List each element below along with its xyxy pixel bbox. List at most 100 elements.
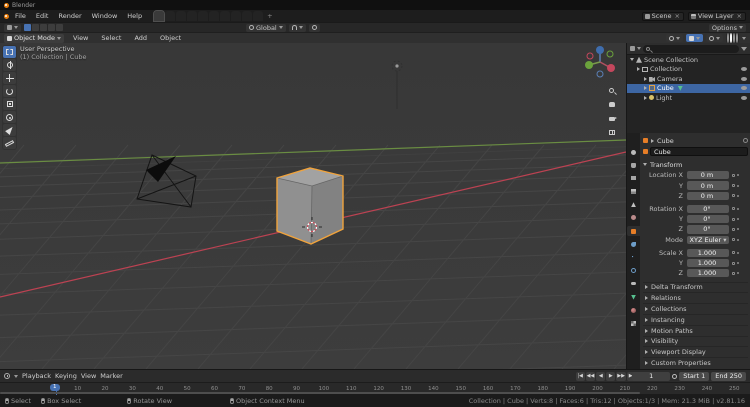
properties-tab[interactable] [627,318,640,328]
frame-end-field[interactable]: End 250 [711,371,746,381]
collapsed-panel-header[interactable]: Visibility [643,335,748,347]
overlays-dropdown[interactable] [706,34,723,42]
filter-mode-icon[interactable] [630,46,635,51]
select-mode-intersect[interactable] [56,24,63,31]
view-layer-selector[interactable]: View Layer × [687,11,746,21]
annotate-tool[interactable] [3,124,16,136]
viewport-menu-item[interactable]: Select [97,33,125,43]
select-mode-subtract[interactable] [40,24,47,31]
properties-tab[interactable] [627,239,640,249]
3d-viewport[interactable]: User Perspective (1) Collection | Cube [0,43,626,369]
tool-mode-toggle[interactable] [24,24,63,31]
transport-button[interactable]: ◀ [596,371,606,381]
workspace-tab[interactable] [231,11,242,21]
select-mode-new[interactable] [24,24,31,31]
object-visibility-dropdown[interactable] [666,34,683,42]
lock-icon[interactable] [732,207,735,211]
pan-button[interactable] [606,99,617,110]
outliner-row[interactable]: Light [627,93,750,103]
lock-icon[interactable] [732,271,735,275]
lock-icon[interactable] [732,238,735,242]
camera-view-button[interactable] [606,113,617,124]
editor-type-button[interactable] [4,23,21,32]
lock-icon[interactable] [732,173,735,177]
transform-value-field[interactable]: 1.000 [687,248,729,257]
unlink-scene-button[interactable]: × [673,12,680,20]
transform-value-field[interactable]: 1.000 [687,269,729,278]
properties-tab[interactable] [627,279,640,289]
select-box-tool[interactable] [3,46,16,58]
properties-tab[interactable] [627,292,640,302]
animate-icon[interactable] [737,251,739,254]
shading-options-dropdown[interactable] [742,36,746,40]
shading-material-button[interactable] [733,33,735,43]
transform-value-field[interactable]: 0 m [687,191,729,201]
menu-item[interactable]: Help [123,11,146,21]
transform-value-field[interactable]: 0° [687,225,729,234]
viewport-menu-item[interactable]: Add [130,33,151,43]
navigation-gizmo[interactable] [582,44,618,80]
expand-icon[interactable] [644,76,647,81]
outliner-row[interactable]: Collection [627,65,750,75]
expand-icon[interactable] [630,58,634,62]
lock-icon[interactable] [732,261,735,265]
timeline-ruler[interactable]: 10 20 30 40 50 60 70 80 90 100 110 120 130 140 150 160 1… [0,382,750,395]
transform-panel-header[interactable]: Transform [643,159,748,170]
animate-icon[interactable] [737,272,739,275]
workspace-tab[interactable] [198,11,209,21]
shading-wireframe-button[interactable] [727,33,729,43]
measure-tool[interactable] [3,137,16,149]
eye-icon[interactable] [741,76,747,81]
object-name-input[interactable]: Cube [650,147,748,156]
scene-selector[interactable]: Scene × [641,11,684,21]
cursor-tool[interactable] [3,59,16,71]
transform-orientation-dropdown[interactable]: Global [246,23,286,32]
animate-icon[interactable] [737,207,739,210]
current-frame-indicator[interactable]: 1 [50,383,60,391]
lock-icon[interactable] [732,251,735,255]
expand-icon[interactable] [644,95,647,100]
workspace-tab[interactable] [209,11,220,21]
properties-tab[interactable] [627,266,640,276]
properties-tab[interactable] [627,147,640,157]
menu-item[interactable]: Window [88,11,122,21]
workspace-tab[interactable] [220,11,231,21]
zoom-button[interactable] [606,85,617,96]
scale-tool[interactable] [3,98,16,110]
pin-icon[interactable] [743,138,748,143]
viewport-menu-item[interactable]: View [69,33,92,43]
animate-icon[interactable] [737,228,739,231]
select-mode-invert[interactable] [48,24,55,31]
current-frame-field[interactable]: 1 [632,371,671,381]
eye-icon[interactable] [741,67,747,72]
collapsed-panel-header[interactable]: Custom Properties [643,357,748,368]
shading-rendered-button[interactable] [736,33,738,43]
auto-key-icon[interactable] [672,373,678,379]
transform-value-field[interactable]: 0 m [687,181,729,190]
animate-icon[interactable] [737,184,739,187]
collapsed-panel-header[interactable]: Viewport Display [643,346,748,357]
menu-item[interactable]: Edit [32,11,53,21]
properties-tab[interactable] [627,226,640,237]
properties-tab[interactable] [627,160,640,170]
menu-item[interactable]: File [11,11,30,21]
properties-tab[interactable] [627,253,640,263]
eye-icon[interactable] [741,86,747,91]
rotate-tool[interactable] [3,85,16,97]
workspace-tab[interactable] [153,10,166,22]
timeline-scrollbar[interactable] [0,391,640,394]
animate-icon[interactable] [737,174,739,177]
workspace-tab[interactable] [242,11,253,21]
gizmos-dropdown[interactable] [686,34,703,42]
properties-tab[interactable] [627,305,640,315]
light-object[interactable] [0,43,626,369]
transform-value-field[interactable]: 0° [687,215,729,224]
transform-value-field[interactable]: 0 m [687,171,729,180]
snapping-toggle[interactable] [288,23,306,32]
lock-icon[interactable] [732,184,735,188]
perspective-toggle-button[interactable] [606,127,617,138]
frame-start-field[interactable]: Start 1 [679,371,710,381]
outliner-root-row[interactable]: Scene Collection [627,55,750,65]
transform-tool[interactable] [3,111,16,123]
transport-button[interactable]: ▶ [606,371,616,381]
